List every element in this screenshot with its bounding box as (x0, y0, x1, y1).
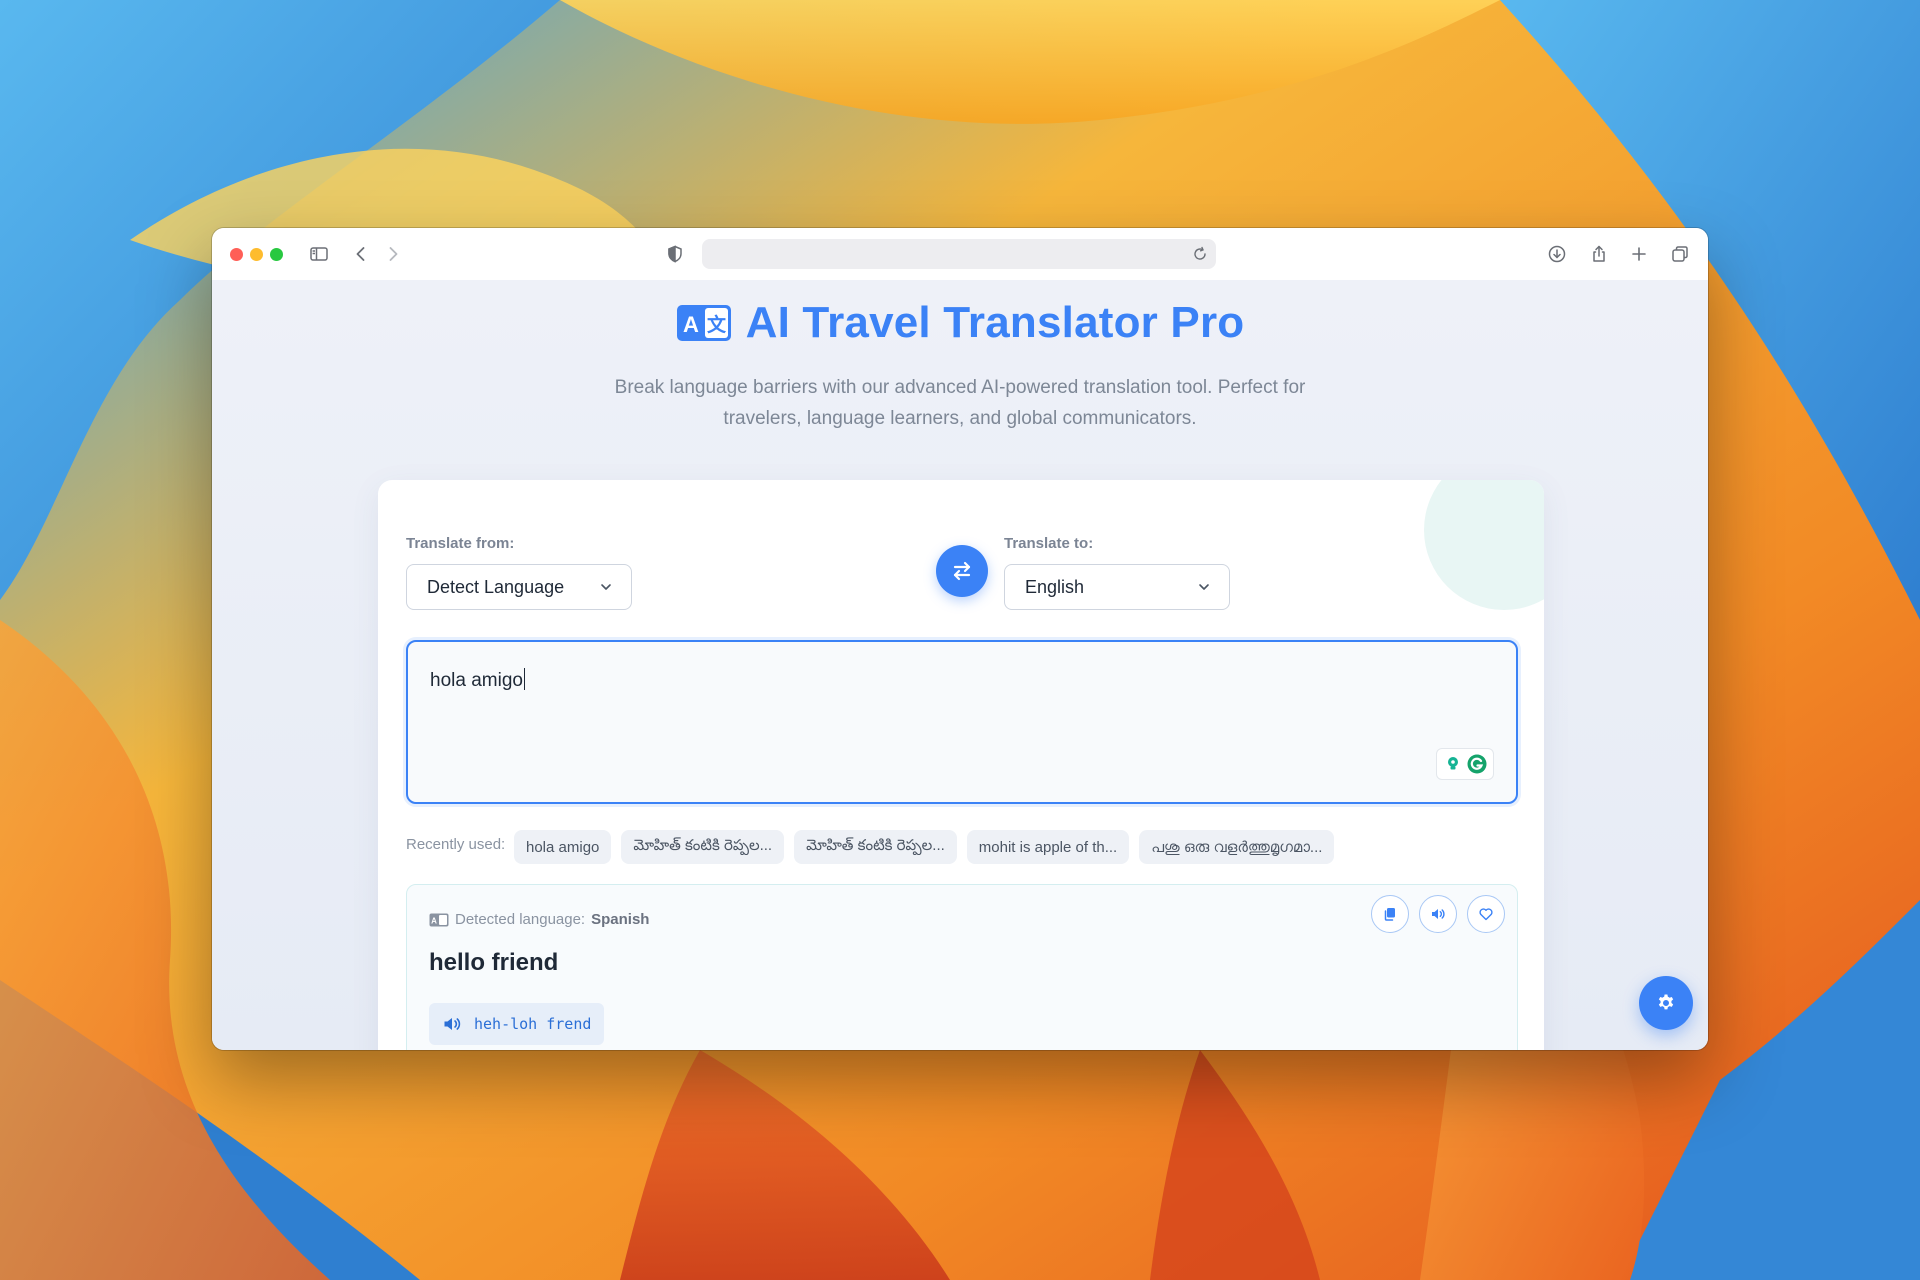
chevron-down-icon (601, 584, 611, 590)
text-cursor (523, 668, 526, 690)
recently-used-list: hola amigo మోహిత్ కంటికి రెప్పల... మోహిత… (514, 830, 1335, 864)
target-language-value: English (1025, 576, 1085, 597)
detected-language: A Detected language: Spanish (429, 911, 649, 928)
listen-button[interactable] (1419, 895, 1457, 933)
source-language-label: Translate from: (406, 535, 515, 552)
heart-icon (1479, 908, 1493, 921)
pronunciation-button[interactable]: heh-loh frend (429, 1003, 605, 1045)
subtitle-line-1: Break language barriers with our advance… (614, 377, 1306, 398)
back-icon[interactable] (348, 241, 374, 267)
recent-chip[interactable]: mohit is apple of th... (966, 830, 1130, 864)
translation-output: hello friend (429, 949, 559, 976)
page-content: A 文 AI Travel Translator Pro Break langu… (212, 280, 1708, 1050)
recent-chip[interactable]: మోహిత్ కంటికి రెప్పల... (794, 830, 957, 864)
decorative-blob (1424, 480, 1544, 610)
swap-icon (953, 561, 971, 581)
translate-icon: A 文 (676, 305, 731, 341)
svg-text:A: A (683, 312, 699, 337)
settings-button[interactable] (1639, 976, 1693, 1030)
translator-card: Translate from: Detect Language Translat… (378, 480, 1544, 1050)
reload-icon[interactable] (1192, 246, 1208, 262)
app-header: A 文 AI Travel Translator Pro (212, 298, 1708, 348)
page-title: AI Travel Translator Pro (745, 298, 1245, 347)
swap-languages-button[interactable] (936, 545, 988, 597)
subtitle-line-2: travelers, language learners, and global… (723, 408, 1197, 429)
grammar-assistant-widget[interactable] (1436, 748, 1494, 780)
desktop: A 文 AI Travel Translator Pro Break langu… (0, 0, 1920, 1280)
address-bar[interactable] (702, 239, 1216, 269)
zoom-window-button[interactable] (270, 248, 283, 261)
sidebar-icon[interactable] (306, 241, 332, 267)
speaker-icon (444, 1018, 461, 1030)
minimize-window-button[interactable] (250, 248, 263, 261)
browser-window: A 文 AI Travel Translator Pro Break langu… (212, 228, 1708, 1050)
grammarly-icon[interactable] (1467, 754, 1487, 774)
target-language-select[interactable]: English (1004, 564, 1230, 610)
download-icon[interactable] (1544, 241, 1570, 267)
chevron-down-icon (1199, 584, 1209, 590)
recent-chip[interactable]: hola amigo (514, 830, 612, 864)
lightbulb-icon[interactable] (1443, 754, 1463, 774)
recent-chip[interactable]: మోహిత్ కంటికి రెప్పల... (621, 830, 785, 864)
source-text-value: hola amigo (430, 670, 523, 691)
result-actions (1371, 895, 1505, 933)
new-tab-icon[interactable] (1626, 241, 1652, 267)
source-text-input[interactable]: hola amigo (406, 640, 1518, 804)
target-language-label: Translate to: (1004, 535, 1094, 552)
detected-language-name: Spanish (591, 911, 650, 928)
gear-icon (1658, 994, 1674, 1010)
copy-button[interactable] (1371, 895, 1409, 933)
svg-text:A: A (431, 916, 437, 925)
language-icon: A (429, 913, 449, 926)
translation-result-panel: A Detected language: Spanish hello frien… (406, 884, 1518, 1050)
source-language-value: Detect Language (427, 576, 565, 597)
recent-chip[interactable]: പശു ഒരു വളർത്തുമൃഗമാ... (1139, 830, 1335, 864)
speaker-icon (1432, 909, 1445, 919)
svg-text:文: 文 (707, 313, 727, 336)
browser-toolbar (212, 228, 1708, 281)
pronunciation-text: heh-loh frend (474, 1015, 592, 1033)
source-language-select[interactable]: Detect Language (406, 564, 632, 610)
page-subtitle: Break language barriers with our advance… (212, 372, 1708, 434)
forward-icon[interactable] (380, 241, 406, 267)
recently-used-label: Recently used: (406, 836, 506, 853)
shield-icon[interactable] (662, 241, 688, 267)
share-icon[interactable] (1586, 241, 1612, 267)
detected-language-prefix: Detected language: (455, 911, 586, 928)
copy-icon (1384, 908, 1395, 921)
tabs-overview-icon[interactable] (1667, 241, 1693, 267)
favorite-button[interactable] (1467, 895, 1505, 933)
close-window-button[interactable] (230, 248, 243, 261)
